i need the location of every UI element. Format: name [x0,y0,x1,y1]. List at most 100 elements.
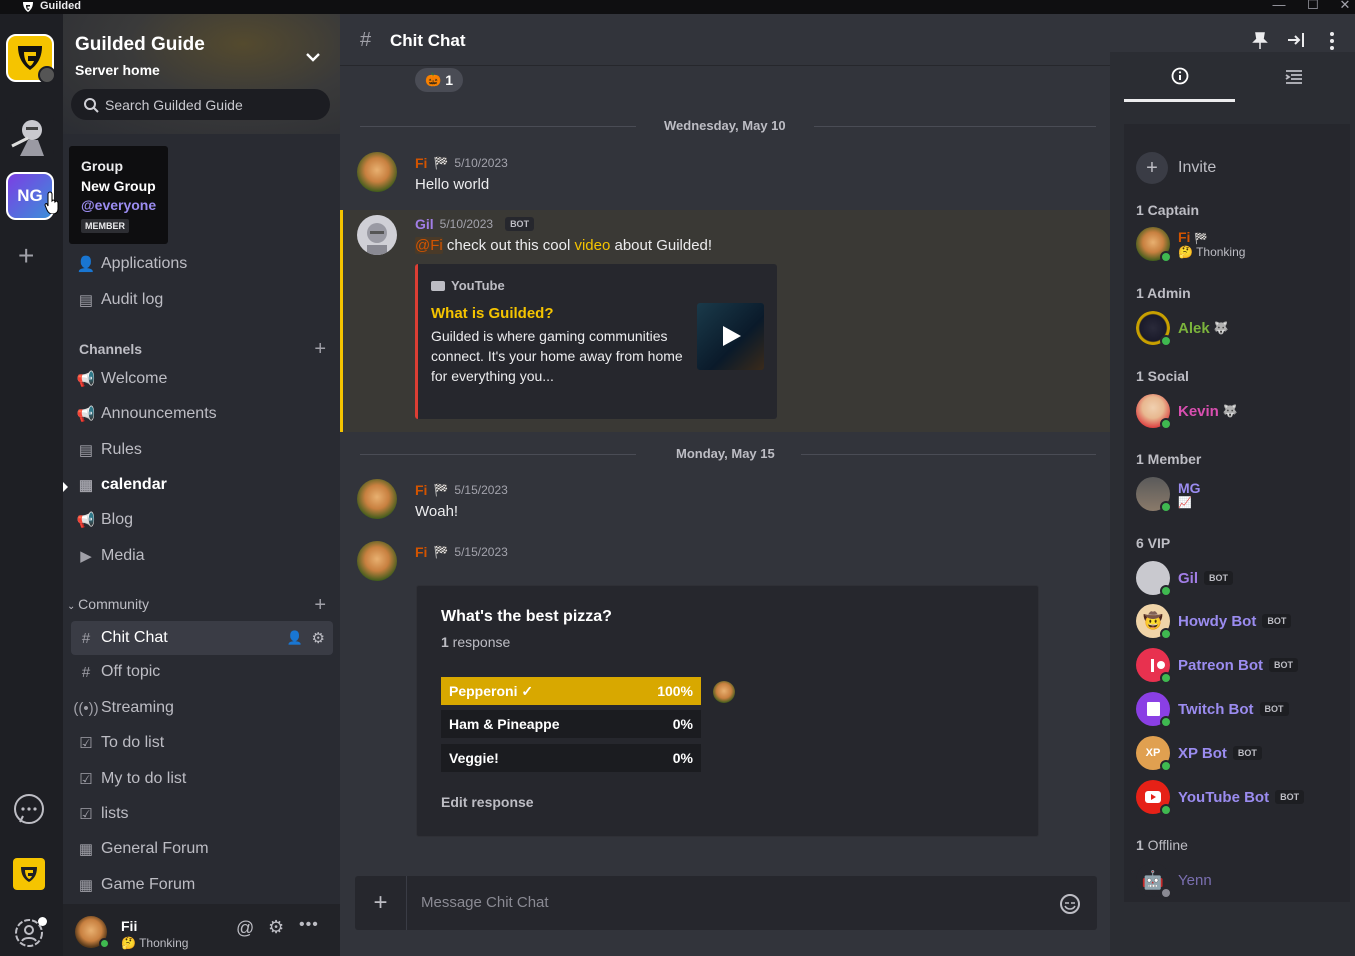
channel-my-to-do-list[interactable]: ☑ My to do list [71,762,333,796]
poll-option-pct: 0% [672,716,693,732]
group-name: Offline [1143,837,1188,853]
message-header: Fi 🏁 5/15/2023 [415,482,508,498]
hand-cursor-icon [44,191,59,214]
member-kevin[interactable]: Kevin 🐺 [1136,393,1238,430]
channel-off-topic[interactable]: # Off topic [71,655,333,689]
add-channel-icon[interactable]: + [314,339,326,359]
channel-general-forum[interactable]: ▦ General Forum [71,832,333,866]
community-header[interactable]: ⌄ Community [67,596,149,612]
channel-media[interactable]: ▶ Media [71,539,333,573]
message-link[interactable]: video [574,237,610,254]
nav-audit-log[interactable]: ▤ Audit log [71,283,333,317]
add-attachment-icon[interactable]: + [355,876,407,930]
channel-label: Announcements [101,405,217,422]
poll-option-ham[interactable]: Ham & Pineappe 0% [441,710,701,738]
user-mention[interactable]: @Fi [415,237,443,254]
avatar[interactable] [357,541,397,581]
channel-rules[interactable]: ▤ Rules [71,433,333,467]
nav-applications[interactable]: 👤 Applications [71,247,333,281]
member-youtube-bot[interactable]: YouTube Bot BOT [1136,779,1305,816]
channel-announcements[interactable]: 📢 Announcements [71,397,333,431]
close-icon[interactable]: ✕ [1336,0,1354,14]
group-count: 6 [1136,535,1144,551]
invite-user-icon[interactable]: 👤 [287,630,303,646]
channel-calendar[interactable]: ▦ calendar [71,468,333,502]
mention-icon[interactable]: @ [236,918,254,939]
avatar[interactable] [357,215,397,255]
poll-option-label: Veggie! [449,750,499,766]
member-yenn[interactable]: 🤖 Yenn [1136,862,1212,899]
pin-icon[interactable] [1252,32,1268,50]
knight-icon [11,120,44,156]
avatar: 🤖 [1136,863,1172,899]
channel-blog[interactable]: 📢 Blog [71,503,333,537]
online-status-icon [1160,585,1172,597]
tab-threads[interactable] [1238,52,1349,102]
member-twitch-bot[interactable]: Twitch Bot BOT [1136,691,1289,728]
server-search-input[interactable]: Search Guilded Guide [71,89,330,120]
chat-bubble-icon[interactable] [12,792,46,826]
poll-option-pepperoni[interactable]: Pepperoni ✓ 100% [441,677,701,705]
megaphone-icon: 📢 [76,371,96,388]
guilded-logo-icon [23,2,33,12]
collapse-panel-icon[interactable] [1287,32,1305,48]
title-bar: Guilded — ☐ ✕ [0,0,1355,14]
group-count: 1 [1136,202,1144,218]
avatar[interactable] [357,152,397,192]
embed-title[interactable]: What is Guilded? [431,305,554,322]
channel-welcome[interactable]: 📢 Welcome [71,362,333,396]
tab-info[interactable] [1124,52,1235,102]
flair-icon: 🏁 [433,483,449,497]
poll-option-text: Pepperoni [449,682,518,699]
server-rail: NG + [0,14,63,956]
channels-header: Channels [79,341,143,357]
author-name[interactable]: Fi [415,155,427,171]
user-status: 🤔 Thonking [121,936,188,950]
author-name[interactable]: Fi [415,544,427,560]
edit-response-button[interactable]: Edit response [441,794,534,810]
reaction-pill[interactable]: 🎃 1 [415,68,463,92]
member-alek[interactable]: Alek 🐺 [1136,310,1229,347]
poll-option-veggie[interactable]: Veggie! 0% [441,744,701,772]
member-gil[interactable]: Gil BOT [1136,560,1234,597]
video-thumbnail[interactable] [697,303,764,370]
channel-game-forum[interactable]: ▦ Game Forum [71,868,333,902]
gear-icon[interactable]: ⚙ [312,629,325,647]
add-server-icon[interactable]: + [18,242,34,270]
member-name: Patreon Bot [1178,656,1264,674]
invite-button[interactable]: + Invite [1136,152,1216,184]
emoji-icon[interactable] [1059,893,1081,915]
server-name[interactable]: Guilded Guide [75,34,205,56]
server-home-link[interactable]: Server home [75,62,160,78]
channel-label: Blog [101,511,134,528]
gear-icon[interactable]: ⚙ [268,917,284,938]
message-input[interactable]: Message Chit Chat [421,894,549,911]
tooltip-name: New Group [81,178,156,194]
invite-label: Invite [1178,159,1217,176]
more-icon[interactable]: ••• [299,916,319,934]
member-fi[interactable]: Fi 🏁 🤔 Thonking [1136,226,1245,263]
channel-streaming[interactable]: ((•)) Streaming [71,691,333,725]
member-howdy-bot[interactable]: 🤠 Howdy Bot BOT [1136,603,1292,640]
group-social: 1 Social [1136,368,1189,384]
channel-chit-chat[interactable]: # Chit Chat 👤 ⚙ [71,621,333,655]
voter-avatar[interactable] [713,681,735,703]
maximize-icon[interactable]: ☐ [1304,0,1322,14]
author-name[interactable]: Fi [415,482,427,498]
poll-count: 1 [441,634,449,650]
kebab-menu-icon[interactable] [1329,31,1335,51]
chevron-down-icon[interactable] [305,52,321,62]
member-mg[interactable]: MG 📈 [1136,476,1201,513]
avatar[interactable] [357,479,397,519]
channel-to-do-list[interactable]: ☑ To do list [71,726,333,760]
guilded-home-icon[interactable] [13,858,45,890]
minimize-icon[interactable]: — [1270,0,1288,14]
member-xp-bot[interactable]: XP XP Bot BOT [1136,735,1262,772]
add-community-channel-icon[interactable]: + [314,595,326,615]
channel-lists[interactable]: ☑ lists [71,797,333,831]
member-patreon-bot[interactable]: Patreon Bot BOT [1136,647,1299,684]
group-tooltip: Group New Group @everyone MEMBER [69,146,168,244]
member-badge: MEMBER [81,219,129,233]
author-name[interactable]: Gil [415,216,434,232]
server-knight[interactable] [6,112,54,160]
